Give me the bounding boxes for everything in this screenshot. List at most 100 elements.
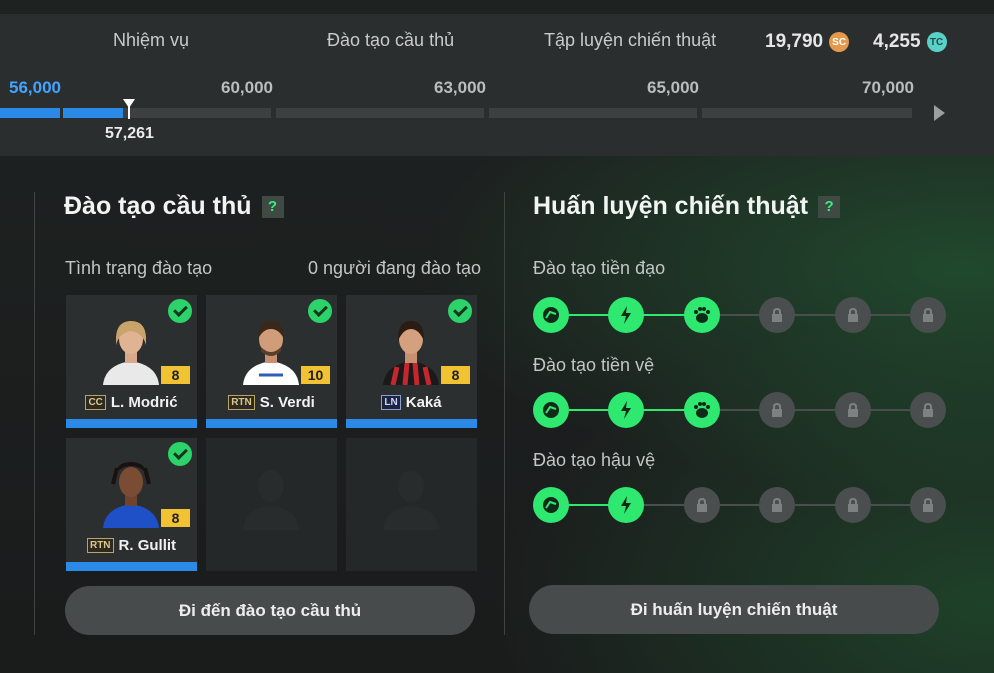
- scroll-right-arrow-icon[interactable]: [934, 105, 945, 121]
- progress-segment: [702, 108, 912, 118]
- training-progress-bar: [66, 562, 197, 571]
- node-connector: [717, 314, 762, 316]
- tactical-row-label: Đào tạo tiền đạo: [533, 258, 666, 278]
- tab-tactical-training[interactable]: Tập luyện chiến thuật: [544, 30, 716, 54]
- completed-check-icon: [168, 442, 192, 466]
- player-name: S. Verdi: [259, 394, 315, 411]
- position-badge: RTN: [86, 538, 114, 553]
- locked-tactic-lock-icon[interactable]: [834, 392, 871, 428]
- player-portrait-verdi: [243, 321, 299, 385]
- milestone-label: 63,000: [434, 78, 486, 97]
- position-badge: CC: [85, 395, 106, 410]
- training-progress-bar: [66, 419, 197, 428]
- progress-segment: [276, 108, 484, 118]
- empty-training-slot[interactable]: [206, 438, 337, 571]
- locked-tactic-lock-icon[interactable]: [834, 297, 871, 333]
- empty-training-slot[interactable]: [346, 438, 477, 571]
- locked-tactic-lock-icon[interactable]: [910, 392, 946, 428]
- player-name-line: LN Kaká: [346, 394, 477, 411]
- node-connector: [868, 314, 912, 316]
- player-name: R. Gullit: [118, 537, 177, 554]
- player-training-title: Đào tạo cầu thủ ?: [64, 192, 284, 221]
- locked-tactic-lock-icon[interactable]: [683, 487, 720, 523]
- locked-tactic-lock-icon[interactable]: [759, 487, 796, 523]
- milestone-label: 65,000: [647, 78, 699, 97]
- node-connector: [868, 409, 912, 411]
- player-card-modric[interactable]: 8 CC L. Modrić: [66, 295, 197, 428]
- rating-badge: 8: [161, 509, 190, 527]
- player-card-gullit[interactable]: 8 RTN R. Gullit: [66, 438, 197, 571]
- tactic-skill-icon[interactable]: [533, 487, 569, 523]
- current-progress: 57,261: [105, 125, 154, 142]
- tactical-row-label: Đào tạo tiền vệ: [533, 355, 655, 375]
- player-name: Kaká: [405, 394, 442, 411]
- sc-coin-icon: SC: [829, 32, 850, 52]
- milestone-label: 56,000: [9, 78, 61, 97]
- training-progress-bar: [206, 419, 337, 428]
- training-status-label: Tình trạng đào tạo: [65, 258, 213, 278]
- node-connector: [717, 409, 762, 411]
- tc-amount: 4,255: [873, 31, 921, 52]
- player-training-title-text: Đào tạo cầu thủ: [64, 192, 252, 220]
- training-status-value: 0 người đang đào tạo: [308, 258, 481, 278]
- player-name-line: CC L. Modrić: [66, 394, 197, 411]
- tactic-skill-icon[interactable]: [533, 297, 569, 333]
- player-portrait-kaka: [383, 321, 439, 385]
- tc-coin-icon: TC: [926, 32, 947, 52]
- player-name: L. Modrić: [110, 394, 178, 411]
- player-card-verdi[interactable]: 10 RTN S. Verdi: [206, 295, 337, 428]
- player-portrait-modric: [103, 321, 159, 385]
- help-icon[interactable]: ?: [261, 195, 284, 218]
- player-portrait-gullit: [103, 462, 159, 528]
- milestone-label: 70,000: [862, 78, 914, 97]
- node-connector: [567, 314, 611, 316]
- tactic-skill-icon[interactable]: [608, 392, 645, 428]
- tactical-row-label: Đào tạo hậu vệ: [533, 450, 656, 470]
- tactic-skill-icon[interactable]: [683, 297, 720, 333]
- player-name-line: RTN R. Gullit: [66, 537, 197, 554]
- sc-currency: 19,790 SC: [765, 30, 850, 54]
- node-connector: [567, 504, 611, 506]
- locked-tactic-lock-icon[interactable]: [834, 487, 871, 523]
- tab-missions[interactable]: Nhiệm vụ: [113, 30, 189, 54]
- position-badge: RTN: [228, 395, 255, 410]
- progress-segment: [123, 108, 271, 118]
- milestone-label: 60,000: [221, 78, 273, 97]
- tactic-skill-icon[interactable]: [608, 297, 645, 333]
- tactical-training-title: Huấn luyện chiến thuật ?: [533, 192, 841, 221]
- tactical-row-midfield: [533, 392, 946, 430]
- position-badge: LN: [381, 395, 401, 410]
- tactic-skill-icon[interactable]: [533, 392, 569, 428]
- training-progress-bar: [346, 419, 477, 428]
- sc-amount: 19,790: [765, 31, 824, 52]
- player-card-kaka[interactable]: 8 LN Kaká: [346, 295, 477, 428]
- tactical-training-title-text: Huấn luyện chiến thuật: [533, 192, 809, 220]
- completed-check-icon: [168, 299, 192, 323]
- tactic-skill-icon[interactable]: [683, 392, 720, 428]
- locked-tactic-lock-icon[interactable]: [910, 487, 946, 523]
- progress-segment-filled: [0, 108, 60, 118]
- locked-tactic-lock-icon[interactable]: [759, 392, 796, 428]
- center-divider: [504, 192, 505, 635]
- tactic-skill-icon[interactable]: [608, 487, 645, 523]
- completed-check-icon: [308, 299, 332, 323]
- node-connector: [793, 504, 837, 506]
- completed-check-icon: [448, 299, 472, 323]
- rating-badge: 8: [441, 366, 470, 384]
- progress-segment: [489, 108, 697, 118]
- progress-marker-line: [128, 105, 130, 119]
- empty-player-silhouette-icon: [243, 470, 299, 530]
- node-connector: [793, 409, 837, 411]
- help-icon[interactable]: ?: [818, 195, 841, 218]
- tab-player-training[interactable]: Đào tạo cầu thủ: [327, 30, 454, 54]
- node-connector: [567, 409, 611, 411]
- go-to-player-training-button[interactable]: Đi đến đào tạo cầu thủ: [65, 586, 475, 635]
- empty-player-silhouette-icon: [383, 470, 439, 530]
- rating-badge: 8: [161, 366, 190, 384]
- node-connector: [642, 504, 686, 506]
- left-divider: [34, 192, 35, 635]
- go-to-tactical-training-button[interactable]: Đi huấn luyện chiến thuật: [529, 585, 939, 634]
- locked-tactic-lock-icon[interactable]: [910, 297, 946, 333]
- node-connector: [642, 314, 686, 316]
- locked-tactic-lock-icon[interactable]: [759, 297, 796, 333]
